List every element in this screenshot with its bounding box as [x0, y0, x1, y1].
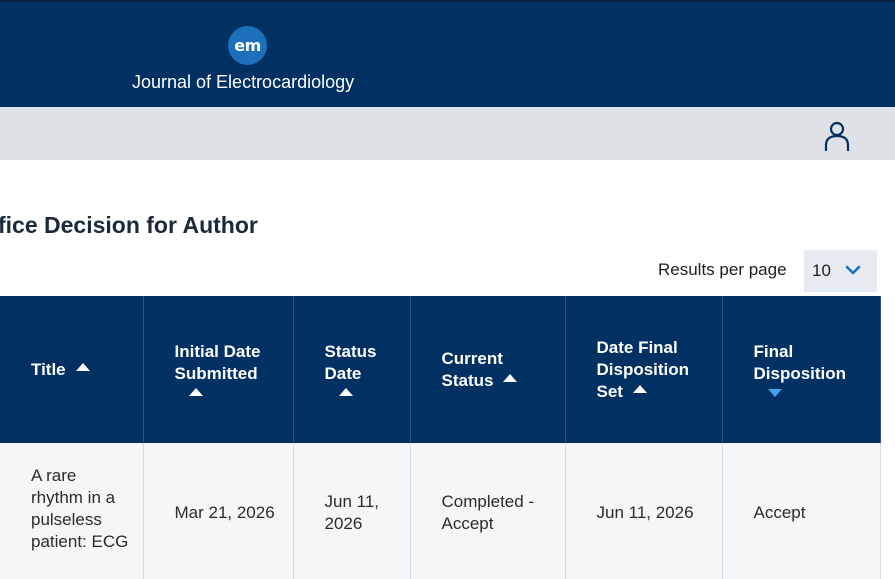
sort-ascending-icon[interactable]: [75, 363, 90, 372]
manuscript-title: A rare rhythm in a pulseless patient: EC…: [31, 466, 129, 551]
journal-name: Journal of Electrocardiology: [132, 72, 355, 92]
column-header-current-status[interactable]: Current Status: [410, 296, 566, 443]
user-icon[interactable]: [823, 120, 851, 152]
column-header-initial-date-submitted[interactable]: Initial Date Submitted: [143, 296, 294, 443]
submissions-table: Title Initial Date Submitted Status Date…: [0, 296, 881, 579]
cell-current-status: Completed - Accept: [410, 443, 566, 579]
column-header-final-disposition[interactable]: Final Disposition: [722, 296, 881, 443]
column-header-date-final-disposition-set[interactable]: Date Final Disposition Set: [565, 296, 723, 443]
sort-descending-icon[interactable]: [767, 388, 782, 397]
sort-ascending-icon[interactable]: [188, 387, 203, 396]
cell-final-disposition: Accept: [722, 443, 881, 579]
results-per-page-value: 10: [812, 261, 831, 280]
page: em Journal of Electrocardiology fice Dec…: [0, 0, 895, 579]
em-logo[interactable]: em: [228, 26, 267, 65]
results-per-page-select[interactable]: 10: [804, 250, 877, 292]
sort-ascending-icon[interactable]: [632, 385, 647, 394]
column-header-status-date[interactable]: Status Date: [293, 296, 411, 443]
column-header-label: Current Status: [441, 348, 503, 390]
sort-ascending-icon[interactable]: [338, 387, 353, 396]
chevron-down-icon: [845, 265, 861, 275]
column-header-label: Status Date: [324, 341, 377, 383]
cell-title[interactable]: A rare rhythm in a pulseless patient: EC…: [0, 443, 144, 579]
table-row: A rare rhythm in a pulseless patient: EC…: [0, 443, 881, 579]
cell-date-final-disposition-set: Jun 11, 2026: [565, 443, 723, 579]
column-header-label: Final Disposition: [753, 341, 847, 383]
sort-ascending-icon[interactable]: [503, 374, 518, 383]
nav-bar: [0, 107, 895, 160]
page-title: fice Decision for Author: [0, 212, 258, 238]
column-header-title[interactable]: Title: [0, 296, 144, 443]
results-per-page-label: Results per page: [658, 260, 787, 279]
column-header-label: Initial Date Submitted: [174, 341, 261, 383]
journal-header: em Journal of Electrocardiology: [0, 0, 895, 107]
cell-initial-date-submitted: Mar 21, 2026: [143, 443, 294, 579]
cell-status-date: Jun 11, 2026: [293, 443, 411, 579]
table-header-row: Title Initial Date Submitted Status Date…: [0, 296, 881, 443]
column-header-label: Title: [31, 359, 66, 379]
